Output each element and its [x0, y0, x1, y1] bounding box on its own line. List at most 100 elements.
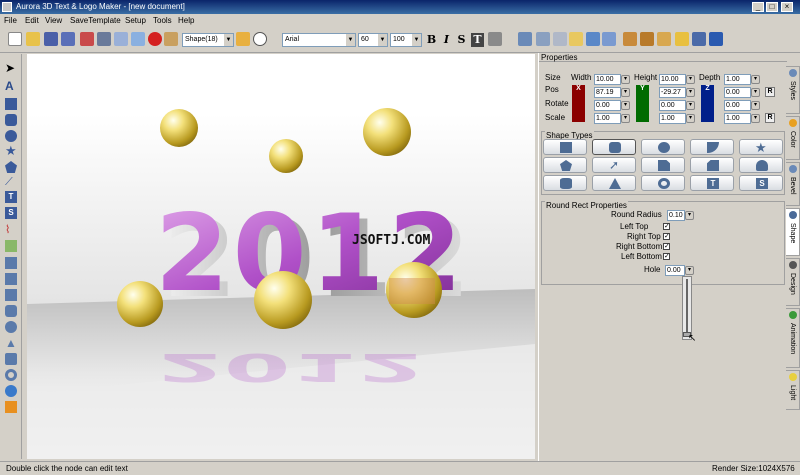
tab-animation[interactable]: Animation — [786, 308, 800, 368]
tab-light[interactable]: Light — [786, 370, 800, 410]
shape-t-button[interactable]: T — [690, 175, 734, 191]
shape-cut-corner-button[interactable] — [690, 157, 734, 173]
shape-d-icon[interactable] — [5, 321, 17, 333]
paste-icon[interactable] — [131, 32, 145, 46]
refresh-icon[interactable] — [586, 32, 600, 46]
text-t1-icon[interactable] — [623, 32, 637, 46]
arrange-icon[interactable] — [518, 32, 532, 46]
render-icon[interactable] — [692, 32, 706, 46]
scale-z-input[interactable]: 1.00 ▾ — [724, 113, 760, 124]
reset-pos-button[interactable]: R — [765, 87, 775, 97]
shape-arrow-button[interactable]: ➚ — [592, 157, 636, 173]
scale-y-input[interactable]: 1.00 ▾ — [659, 113, 695, 124]
menu-edit[interactable]: Edit — [25, 15, 39, 26]
maximize-button[interactable]: □ — [766, 2, 778, 12]
gold-sphere[interactable] — [363, 108, 411, 156]
shape-triangle-button[interactable] — [592, 175, 636, 191]
menu-setup[interactable]: Setup — [125, 15, 146, 26]
shape-circle-button[interactable] — [641, 139, 685, 155]
cut-icon[interactable] — [97, 32, 111, 46]
shape-half-circle-button[interactable] — [739, 157, 783, 173]
hole-slider[interactable] — [682, 276, 692, 340]
text-style-button[interactable]: T — [471, 33, 484, 47]
bold-button[interactable]: B — [425, 33, 438, 47]
depth-input[interactable]: 1.00 ▾ — [724, 74, 760, 85]
ring-tool-icon[interactable] — [5, 369, 17, 381]
light-icon[interactable] — [675, 32, 689, 46]
strike-button[interactable]: S — [455, 33, 468, 47]
new-icon[interactable] — [8, 32, 22, 46]
sphere-tool-icon[interactable] — [5, 385, 17, 397]
open-icon[interactable] — [26, 32, 40, 46]
font-size-select[interactable]: 60 ▼ — [358, 33, 388, 47]
shape-s-button[interactable]: S — [739, 175, 783, 191]
align-icon[interactable] — [536, 32, 550, 46]
rect-tool-icon[interactable] — [5, 98, 17, 110]
layers-icon[interactable] — [488, 32, 502, 46]
rotate-x-input[interactable]: 0.00 ▾ — [594, 100, 630, 111]
shape-cylinder-button[interactable] — [543, 175, 587, 191]
menu-file[interactable]: File — [4, 15, 17, 26]
tab-bevel[interactable]: Bevel — [786, 162, 800, 206]
minimize-button[interactable]: _ — [752, 2, 764, 12]
rotate-z-input[interactable]: 0.00 ▾ — [724, 100, 760, 111]
left-bottom-checkbox[interactable]: ✓ — [663, 253, 670, 260]
round-radius-input[interactable]: 0.10 ▾ — [667, 210, 694, 221]
pos-y-input[interactable]: -29.27 ▾ — [659, 87, 695, 98]
tab-styles[interactable]: Styles — [786, 66, 800, 114]
shape-select[interactable]: Shape(18) ▼ — [182, 33, 234, 47]
viewport-3d[interactable]: 2012 2012 2012 JSOFTJ.COM — [27, 54, 535, 459]
italic-button[interactable]: I — [440, 33, 453, 47]
gold-sphere[interactable] — [254, 271, 312, 329]
pentagon-tool-icon[interactable] — [5, 161, 17, 173]
clear-icon[interactable] — [164, 32, 178, 46]
shape-star-button[interactable]: ★ — [739, 139, 783, 155]
round-rect-tool-icon[interactable] — [5, 114, 17, 126]
text-t3-icon[interactable] — [657, 32, 671, 46]
rotate-y-input[interactable]: 0.00 ▾ — [659, 100, 695, 111]
pointer-icon[interactable]: ➤ — [5, 62, 17, 74]
menu-tools[interactable]: Tools — [153, 15, 172, 26]
svg-tool-icon[interactable] — [5, 257, 17, 269]
t-shape-tool-icon[interactable]: T — [5, 191, 17, 203]
path-tool-icon[interactable]: ⌇ — [5, 224, 17, 236]
font-select[interactable]: Arial ▼ — [282, 33, 356, 47]
shape-round-rect-button[interactable] — [592, 139, 636, 155]
group-icon[interactable] — [553, 32, 567, 46]
save-as-icon[interactable] — [61, 32, 75, 46]
image-tool-icon[interactable] — [5, 240, 17, 252]
shape-a-icon[interactable] — [5, 273, 17, 285]
shape-quarter-button[interactable] — [690, 139, 734, 155]
menu-savetemplate[interactable]: SaveTemplate — [70, 15, 121, 26]
s-shape-tool-icon[interactable]: S — [5, 207, 17, 219]
shape-corner-button[interactable] — [641, 157, 685, 173]
close-button[interactable]: × — [781, 2, 793, 12]
tab-shape[interactable]: Shape — [786, 208, 800, 256]
cylinder-tool-icon[interactable] — [5, 353, 17, 365]
shape-pentagon-button[interactable] — [543, 157, 587, 173]
copy-icon[interactable] — [114, 32, 128, 46]
height-input[interactable]: 10.00 ▾ — [659, 74, 695, 85]
shape-c-icon[interactable] — [5, 305, 17, 317]
tab-color[interactable]: Color — [786, 116, 800, 160]
box-icon[interactable] — [569, 32, 583, 46]
menu-view[interactable]: View — [45, 15, 62, 26]
save-icon[interactable] — [44, 32, 58, 46]
cone-tool-icon[interactable]: ▲ — [5, 337, 17, 349]
edit-pen-icon[interactable] — [236, 32, 250, 46]
text-tool-icon[interactable]: A — [5, 80, 17, 92]
pos-z-input[interactable]: 0.00 ▾ — [724, 87, 760, 98]
pos-x-input[interactable]: 87.19 ▾ — [594, 87, 630, 98]
play-icon[interactable] — [253, 32, 267, 46]
transform-icon[interactable] — [602, 32, 616, 46]
delete-icon[interactable] — [148, 32, 162, 46]
effect-tool-icon[interactable] — [5, 401, 17, 413]
gold-sphere[interactable] — [117, 281, 163, 327]
tab-design[interactable]: Design — [786, 258, 800, 306]
export-icon[interactable] — [80, 32, 94, 46]
right-bottom-checkbox[interactable]: ✓ — [663, 243, 670, 250]
left-top-checkbox[interactable]: ✓ — [663, 223, 670, 230]
scale-x-input[interactable]: 1.00 ▾ — [594, 113, 630, 124]
shape-b-icon[interactable] — [5, 289, 17, 301]
menu-help[interactable]: Help — [178, 15, 194, 26]
